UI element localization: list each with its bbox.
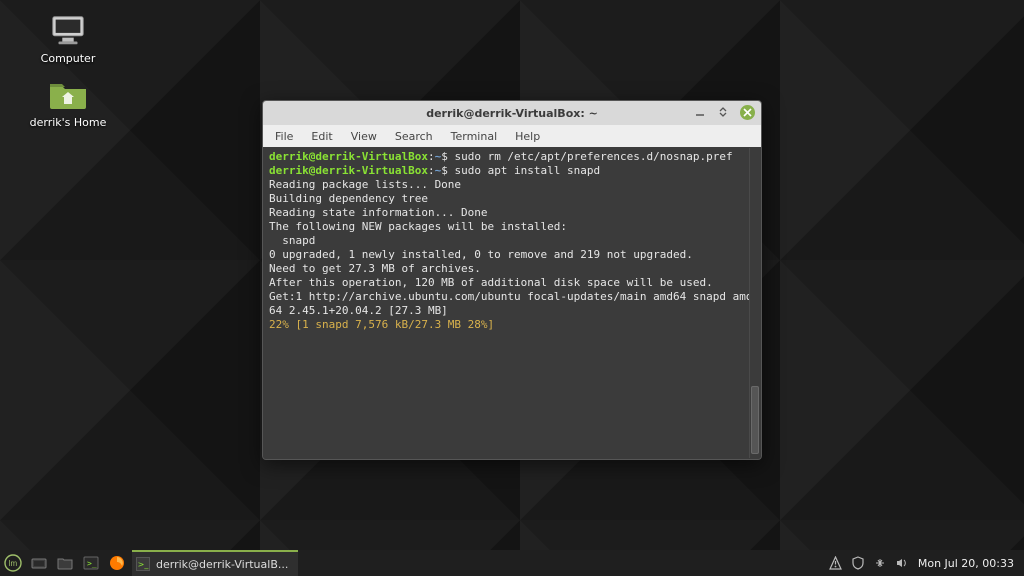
window-close-button[interactable] [740, 105, 755, 120]
terminal-command-1: sudo rm /etc/apt/preferences.d/nosnap.pr… [454, 150, 732, 163]
terminal-icon: >_ [136, 557, 150, 571]
menu-button[interactable]: lm [0, 550, 26, 576]
menu-view[interactable]: View [343, 128, 385, 145]
window-titlebar[interactable]: derrik@derrik-VirtualBox: ~ [263, 101, 761, 125]
terminal-scrollbar[interactable] [749, 148, 760, 458]
terminal-progress-line: 22% [1 snapd 7,576 kB/27.3 MB 28%] [269, 318, 494, 331]
desktop-icon-computer[interactable]: Computer [28, 14, 108, 65]
terminal-output-line: Get:1 http://archive.ubuntu.com/ubuntu f… [269, 290, 752, 317]
menu-file[interactable]: File [267, 128, 301, 145]
desktop-icon-home[interactable]: derrik's Home [28, 78, 108, 129]
tray-shield-icon[interactable] [850, 555, 866, 571]
menu-terminal[interactable]: Terminal [443, 128, 506, 145]
terminal-output-line: After this operation, 120 MB of addition… [269, 276, 713, 289]
menu-edit[interactable]: Edit [303, 128, 340, 145]
taskbar-item-label: derrik@derrik-VirtualB... [156, 558, 288, 571]
terminal-output-line: Reading state information... Done [269, 206, 488, 219]
terminal-output-line: 0 upgraded, 1 newly installed, 0 to remo… [269, 248, 693, 261]
tray-network-icon[interactable] [872, 555, 888, 571]
desktop-icon-label: derrik's Home [28, 116, 108, 129]
terminal-output-line: Need to get 27.3 MB of archives. [269, 262, 481, 275]
folder-home-icon [48, 78, 88, 112]
tray-volume-icon[interactable] [894, 555, 910, 571]
menu-search[interactable]: Search [387, 128, 441, 145]
computer-icon [48, 14, 88, 48]
window-menubar: File Edit View Search Terminal Help [263, 125, 761, 147]
terminal-body[interactable]: derrik@derrik-VirtualBox:~$ sudo rm /etc… [263, 147, 761, 459]
show-desktop-button[interactable] [26, 550, 52, 576]
scrollbar-thumb[interactable] [751, 386, 759, 454]
prompt-colon: : [428, 150, 435, 163]
desktop-icon-label: Computer [28, 52, 108, 65]
terminal-output-line: The following NEW packages will be insta… [269, 220, 567, 233]
menu-help[interactable]: Help [507, 128, 548, 145]
prompt-symbol: $ [441, 164, 448, 177]
taskbar-panel: lm >_ >_ derrik@derrik-VirtualB... [0, 550, 1024, 576]
terminal-output-line: snapd [269, 234, 315, 247]
tray-updates-icon[interactable] [828, 555, 844, 571]
svg-text:lm: lm [9, 559, 18, 568]
launcher-terminal[interactable]: >_ [78, 550, 104, 576]
prompt-userhost: derrik@derrik-VirtualBox [269, 150, 428, 163]
window-title: derrik@derrik-VirtualBox: ~ [263, 107, 761, 120]
launcher-files[interactable] [52, 550, 78, 576]
terminal-output-line: Building dependency tree [269, 192, 428, 205]
terminal-output-line: Reading package lists... Done [269, 178, 461, 191]
prompt-userhost: derrik@derrik-VirtualBox [269, 164, 428, 177]
taskbar-item-terminal[interactable]: >_ derrik@derrik-VirtualB... [132, 550, 298, 576]
panel-clock[interactable]: Mon Jul 20, 00:33 [916, 557, 1016, 570]
prompt-colon: : [428, 164, 435, 177]
svg-text:>_: >_ [87, 559, 97, 568]
window-minimize-button[interactable] [692, 104, 708, 120]
window-maximize-button[interactable] [716, 104, 732, 120]
terminal-command-2: sudo apt install snapd [454, 164, 600, 177]
prompt-symbol: $ [441, 150, 448, 163]
launcher-firefox[interactable] [104, 550, 130, 576]
terminal-window: derrik@derrik-VirtualBox: ~ File Edit Vi… [262, 100, 762, 460]
